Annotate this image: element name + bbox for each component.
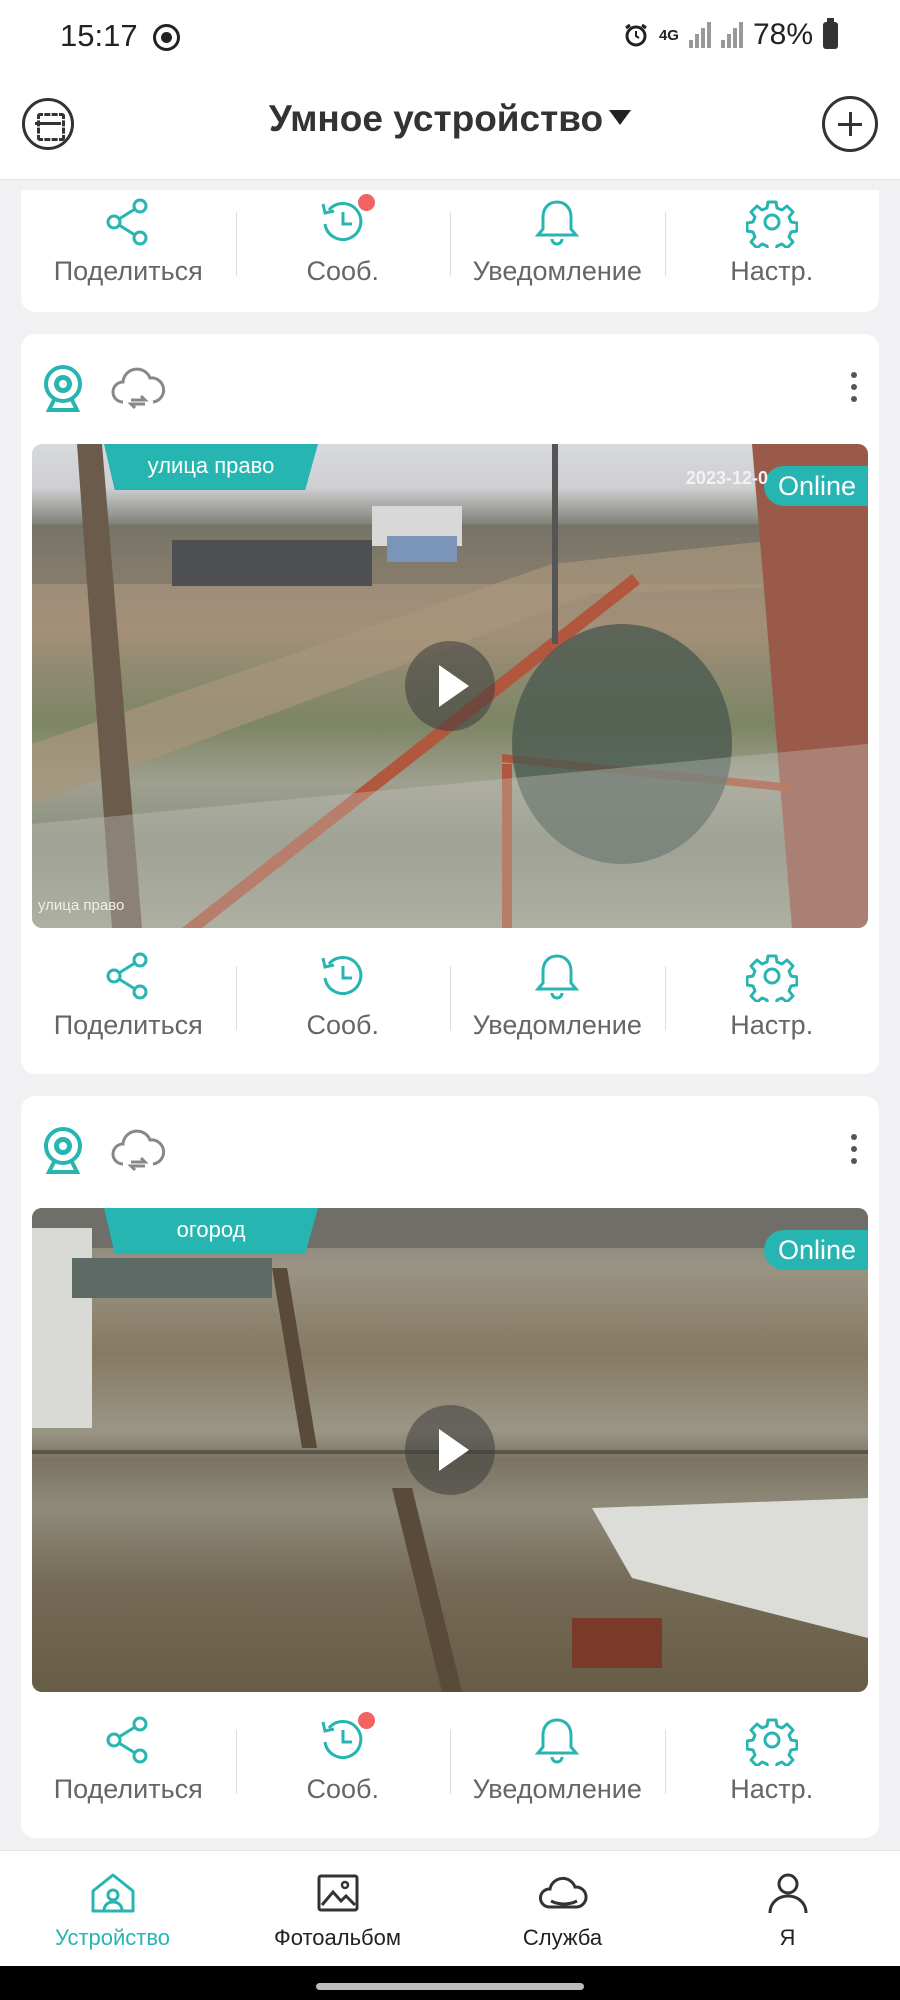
nav-label: Я <box>779 1925 796 1950</box>
messages-label: Сооб. <box>306 1774 380 1804</box>
gear-icon <box>745 200 798 248</box>
signal-icon-2 <box>720 22 743 48</box>
alarm-icon <box>625 23 647 47</box>
home-icon <box>91 1873 134 1913</box>
messages-label: Сооб. <box>306 256 380 286</box>
settings-label: Настр. <box>730 1774 814 1804</box>
share-button[interactable]: Поделиться <box>21 944 236 1054</box>
notification-label: Уведомление <box>472 256 642 286</box>
caret-down-icon <box>609 110 632 125</box>
notification-button[interactable]: Уведомление <box>450 190 665 300</box>
camera-name-tag: улица право <box>104 444 318 490</box>
messages-button[interactable]: Сооб. <box>235 944 451 1054</box>
device-actions: Поделиться Сооб. Уведомление Настр. <box>21 944 879 1054</box>
online-status-badge: Online <box>763 1230 868 1270</box>
gear-icon <box>745 1718 798 1766</box>
home-gesture-handle[interactable] <box>316 1983 584 1990</box>
camera-icon <box>44 1127 82 1174</box>
page-title-text: Умное устройство <box>268 98 604 139</box>
play-button[interactable] <box>405 1405 495 1495</box>
status-time: 15:17 <box>60 18 138 53</box>
nav-label: Устройство <box>54 1925 171 1950</box>
messages-button[interactable]: Сооб. <box>235 190 451 300</box>
share-button[interactable]: Поделиться <box>21 190 236 300</box>
bell-icon <box>535 200 580 246</box>
history-icon <box>321 956 363 995</box>
settings-button[interactable]: Настр. <box>664 1708 880 1818</box>
system-nav-bar <box>0 1966 900 2000</box>
notification-button[interactable]: Уведомление <box>450 1708 665 1818</box>
bell-icon <box>535 1718 580 1764</box>
nav-device[interactable]: Устройство <box>0 1851 225 1966</box>
messages-button[interactable]: Сооб. <box>235 1708 451 1818</box>
cloud-sync-icon[interactable] <box>109 1126 167 1174</box>
status-right: 4G 78% <box>623 17 838 52</box>
share-label: Поделиться <box>53 1010 203 1040</box>
camera-preview[interactable]: улица право Online 2023-12-0 улица право <box>32 444 868 928</box>
add-device-button[interactable] <box>822 96 878 152</box>
settings-label: Настр. <box>730 1010 814 1040</box>
bottom-nav: Устройство Фотоальбом Служба Я <box>0 1850 900 1966</box>
settings-button[interactable]: Настр. <box>664 944 880 1054</box>
nav-profile[interactable]: Я <box>675 1851 900 1966</box>
app-header: Умное устройство <box>0 76 900 180</box>
bell-icon <box>535 954 580 1000</box>
share-icon <box>106 198 148 246</box>
device-card-partial: Поделиться Сооб. Уведомление Настр. <box>21 190 879 312</box>
notification-label: Уведомление <box>472 1774 642 1804</box>
video-timestamp: 2023-12-0 <box>685 468 768 488</box>
nav-label: Фотоальбом <box>273 1925 402 1950</box>
page-title[interactable]: Умное устройство <box>0 98 900 140</box>
more-options-icon[interactable] <box>849 372 859 406</box>
nav-label: Служба <box>522 1925 603 1950</box>
device-actions: Поделиться Сооб. Уведомление Настр. <box>21 190 879 300</box>
gear-icon <box>745 954 798 1002</box>
status-bar: 15:17 4G 78% <box>0 0 900 76</box>
nav-service[interactable]: Служба <box>450 1851 675 1966</box>
unread-badge <box>357 1712 375 1729</box>
play-button[interactable] <box>405 641 495 731</box>
settings-button[interactable]: Настр. <box>664 190 880 300</box>
unread-badge <box>357 194 375 211</box>
notification-button[interactable]: Уведомление <box>450 944 665 1054</box>
device-actions: Поделиться Сооб. Уведомление Настр. <box>21 1708 879 1818</box>
share-icon <box>106 952 148 1000</box>
signal-icon <box>688 22 711 48</box>
messages-label: Сооб. <box>306 1010 380 1040</box>
more-options-icon[interactable] <box>849 1134 859 1168</box>
notification-label: Уведомление <box>472 1010 642 1040</box>
device-card: огород Online Поделиться Сооб. Уведомлен… <box>21 1096 879 1838</box>
camera-name-tag: огород <box>104 1208 318 1254</box>
online-status-badge: Online <box>763 466 868 506</box>
nav-photo-album[interactable]: Фотоальбом <box>225 1851 450 1966</box>
video-osd-label: улица право <box>38 897 125 914</box>
network-type: 4G <box>658 26 679 44</box>
cloud-sync-icon[interactable] <box>109 364 167 412</box>
profile-icon <box>768 1873 807 1914</box>
camera-preview[interactable]: огород Online <box>32 1208 868 1692</box>
settings-label: Настр. <box>730 256 814 286</box>
share-label: Поделиться <box>53 256 203 286</box>
share-button[interactable]: Поделиться <box>21 1708 236 1818</box>
photo-album-icon <box>317 1874 358 1912</box>
cloud-service-icon <box>538 1876 587 1909</box>
battery-icon <box>823 17 838 49</box>
share-label: Поделиться <box>53 1774 203 1804</box>
camera-icon <box>44 365 82 412</box>
battery-percent: 78% <box>752 18 813 51</box>
device-card: улица право Online 2023-12-0 улица право… <box>21 334 879 1074</box>
share-icon <box>106 1716 148 1764</box>
screen-record-icon <box>153 24 180 51</box>
